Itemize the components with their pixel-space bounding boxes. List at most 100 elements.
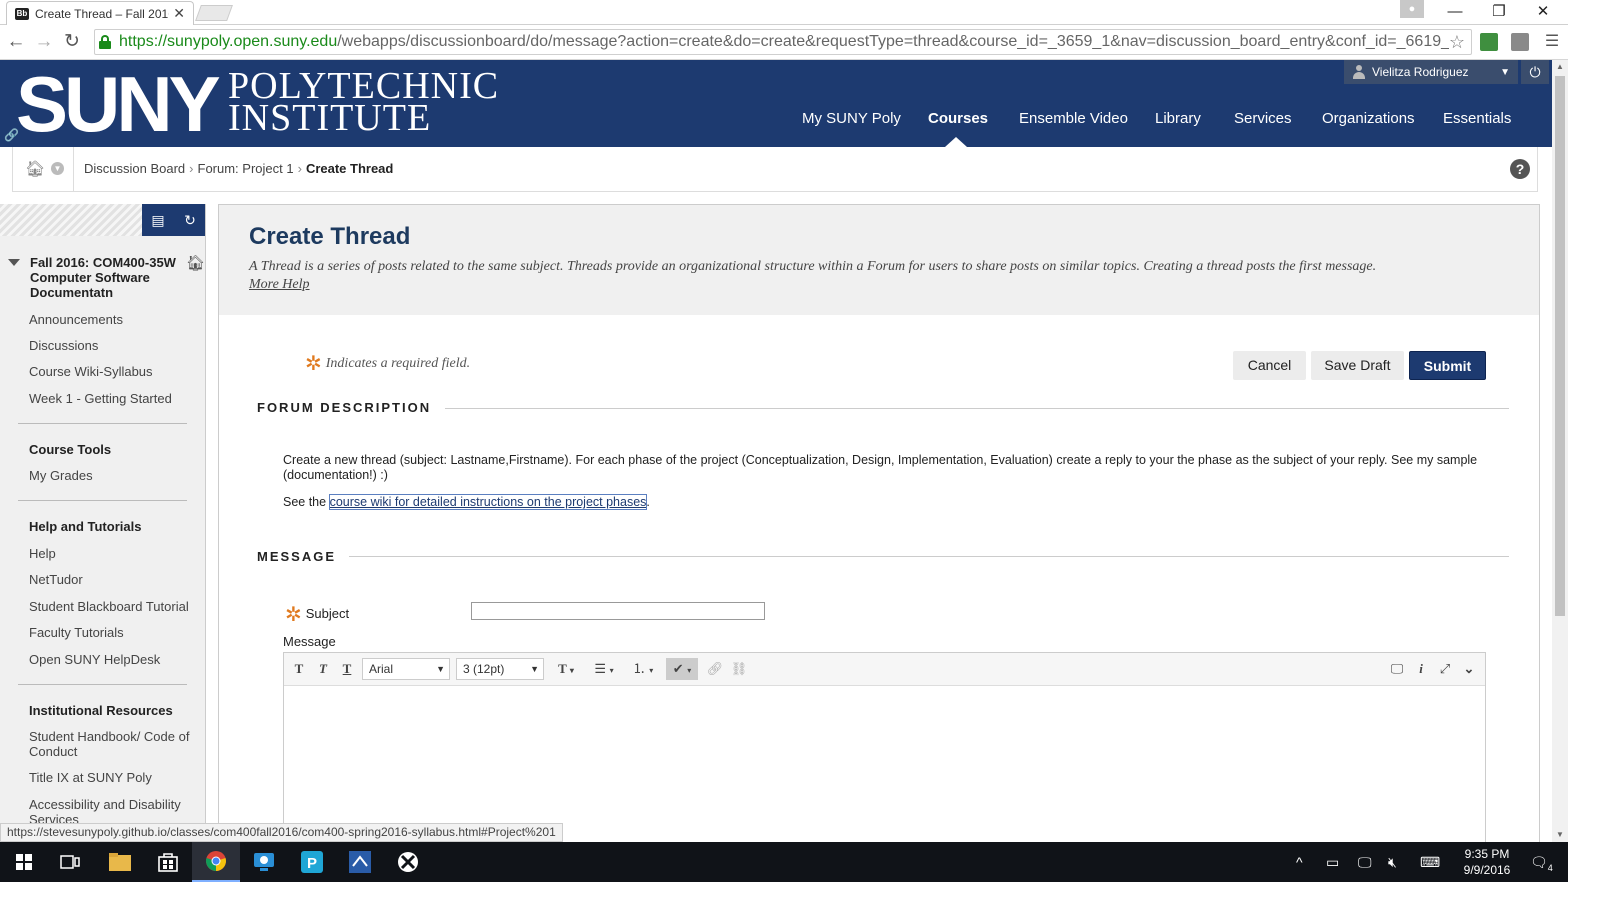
nav-courses[interactable]: Courses (928, 110, 988, 127)
expand-toolbar-icon[interactable]: ⌄ (1458, 658, 1480, 680)
bold-icon[interactable]: T (288, 658, 310, 680)
menu-item-accessibility[interactable]: Accessibility and Disability Services (29, 797, 199, 824)
notifications-icon[interactable]: 🗨︎4 (1530, 854, 1553, 873)
extension-icon[interactable] (1511, 33, 1529, 51)
keyboard-icon[interactable]: ⌨ (1420, 854, 1440, 871)
menu-item-faculty-tutorials[interactable]: Faculty Tutorials (29, 625, 199, 640)
menu-item-my-grades[interactable]: My Grades (29, 468, 199, 483)
visual-studio-icon[interactable] (336, 842, 384, 882)
course-title[interactable]: Fall 2016: COM400-35W Computer Software … (30, 255, 180, 300)
new-tab-button[interactable] (195, 5, 233, 21)
nav-organizations[interactable]: Organizations (1322, 110, 1415, 127)
menu-item-student-blackboard-tutorial[interactable]: Student Blackboard Tutorial (29, 599, 199, 614)
menu-item-nettudor[interactable]: NetTudor (29, 572, 199, 587)
scroll-down-icon[interactable]: ▼ (1552, 828, 1568, 842)
info-icon[interactable]: i (1410, 658, 1432, 680)
cancel-button[interactable]: Cancel (1233, 351, 1306, 380)
menu-item-discussions[interactable]: Discussions (29, 338, 199, 353)
show-hidden-icons-icon[interactable]: ^ (1296, 854, 1303, 870)
scrollbar-thumb[interactable] (1555, 76, 1565, 616)
subject-input[interactable] (471, 602, 765, 620)
volume-muted-icon[interactable]: 🔇︎ (1388, 854, 1397, 871)
menu-item-title-ix[interactable]: Title IX at SUNY Poly (29, 770, 199, 785)
reload-icon[interactable]: ↻ (60, 29, 84, 55)
start-icon[interactable] (0, 842, 48, 882)
polytechnic-logo[interactable]: POLYTECHNIC INSTITUTE (228, 67, 499, 137)
page-scrollbar[interactable]: ▲ ▼ (1552, 60, 1568, 842)
divider (18, 423, 187, 424)
menu-item-student-handbook[interactable]: Student Handbook/ Code of Conduct (29, 729, 199, 759)
menu-heading-help[interactable]: Help and Tutorials (29, 519, 141, 534)
folder-view-icon[interactable]: ▤ (142, 204, 174, 236)
menu-item-help[interactable]: Help (29, 546, 199, 561)
user-menu[interactable]: Vielitza Rodriguez ▼ (1344, 60, 1518, 84)
menu-heading-course-tools[interactable]: Course Tools (29, 442, 111, 457)
link-icon[interactable]: 🔗 (4, 128, 19, 142)
link-icon[interactable]: 🔗︎ (704, 658, 726, 680)
nav-my-suny-poly[interactable]: My SUNY Poly (802, 110, 901, 127)
collapse-triangle-icon[interactable] (8, 259, 20, 266)
close-window-icon[interactable]: ✕ (1520, 0, 1566, 25)
chevron-down-icon[interactable]: ▼ (51, 162, 64, 175)
url-bar[interactable]: https://sunypoly.open.suny.edu/webapps/d… (94, 29, 1472, 55)
unlink-icon[interactable]: ⛓ (728, 658, 750, 680)
italic-icon[interactable]: T (312, 658, 334, 680)
network-icon[interactable]: 🖵 (1358, 854, 1372, 871)
restore-icon[interactable]: ❐ (1476, 0, 1522, 25)
close-tab-icon[interactable]: ✕ (173, 5, 185, 22)
text-format-icon[interactable]: T ▾ (550, 658, 582, 680)
submit-button[interactable]: Submit (1409, 351, 1486, 380)
file-explorer-icon[interactable] (96, 842, 144, 882)
underline-icon[interactable]: T (336, 658, 358, 680)
font-family-select[interactable]: Arial ▼ (362, 658, 450, 680)
browser-tab[interactable]: Bb Create Thread – Fall 2016: ✕ (6, 1, 194, 25)
bookmark-star-icon[interactable]: ☆ (1449, 32, 1465, 53)
menu-heading-institutional-resources[interactable]: Institutional Resources (29, 703, 173, 718)
font-size-select[interactable]: 3 (12pt) ▼ (456, 658, 544, 680)
fullscreen-icon[interactable]: ⤢ (1434, 658, 1456, 680)
extension-icon[interactable] (1480, 33, 1498, 51)
chrome-icon[interactable] (192, 842, 240, 882)
back-icon[interactable]: ← (4, 29, 28, 55)
taskbar-clock[interactable]: 9:35 PM 9/9/2016 (1452, 846, 1522, 878)
scroll-up-icon[interactable]: ▲ (1552, 60, 1568, 74)
menu-item-week-1[interactable]: Week 1 - Getting Started (29, 391, 199, 406)
home-icon[interactable]: 🏠︎ (25, 159, 45, 179)
profile-icon[interactable]: ● (1400, 0, 1424, 18)
course-wiki-link[interactable]: course wiki for detailed instructions on… (328, 494, 648, 510)
minimize-icon[interactable]: — (1432, 0, 1478, 25)
pandora-icon[interactable]: P (288, 842, 336, 882)
menu-item-announcements[interactable]: Announcements (29, 312, 199, 327)
breadcrumb-forum[interactable]: Forum: Project 1 (198, 161, 294, 176)
store-icon[interactable] (144, 842, 192, 882)
menu-item-helpdesk[interactable]: Open SUNY HelpDesk (29, 652, 199, 667)
bullet-list-icon[interactable]: ☰ ▾ (588, 658, 620, 680)
course-home-icon[interactable]: 🏠︎ (186, 254, 205, 272)
message-editor[interactable]: T T T Arial ▼ 3 (12pt) ▼ T ▾ ☰ ▾ ⒈ ▾ ✔ ▾ 🔗… (283, 652, 1486, 843)
nav-services[interactable]: Services (1234, 110, 1292, 127)
preview-icon[interactable]: 🖵 (1386, 658, 1408, 680)
menu-item-course-wiki[interactable]: Course Wiki-Syllabus (29, 364, 199, 379)
numbered-list-icon[interactable]: ⒈ ▾ (626, 658, 660, 680)
forward-icon[interactable]: → (32, 29, 56, 55)
breadcrumb-discussion-board[interactable]: Discussion Board (84, 161, 185, 176)
battery-icon[interactable]: ▭ (1326, 854, 1339, 871)
task-view-icon[interactable] (46, 842, 94, 882)
nav-essentials[interactable]: Essentials (1443, 110, 1511, 127)
help-icon[interactable]: ? (1510, 159, 1530, 179)
content-panel: Create Thread A Thread is a series of po… (218, 204, 1540, 844)
message-heading: MESSAGE (257, 549, 337, 564)
nav-library[interactable]: Library (1155, 110, 1201, 127)
refresh-icon[interactable]: ↻ (174, 204, 205, 236)
power-icon[interactable]: ⏻ (1521, 60, 1549, 84)
save-draft-button[interactable]: Save Draft (1311, 351, 1404, 380)
menu-icon[interactable]: ☰ (1540, 29, 1564, 55)
spellcheck-icon[interactable]: ✔ ▾ (666, 658, 698, 680)
page-header: Create Thread A Thread is a series of po… (219, 205, 1539, 315)
xbox-icon[interactable] (384, 842, 432, 882)
app-icon[interactable] (240, 842, 288, 882)
nav-ensemble-video[interactable]: Ensemble Video (1019, 110, 1128, 127)
divider (18, 500, 187, 501)
more-help-link[interactable]: More Help (249, 277, 310, 292)
suny-logo[interactable]: SUNY (16, 65, 221, 143)
